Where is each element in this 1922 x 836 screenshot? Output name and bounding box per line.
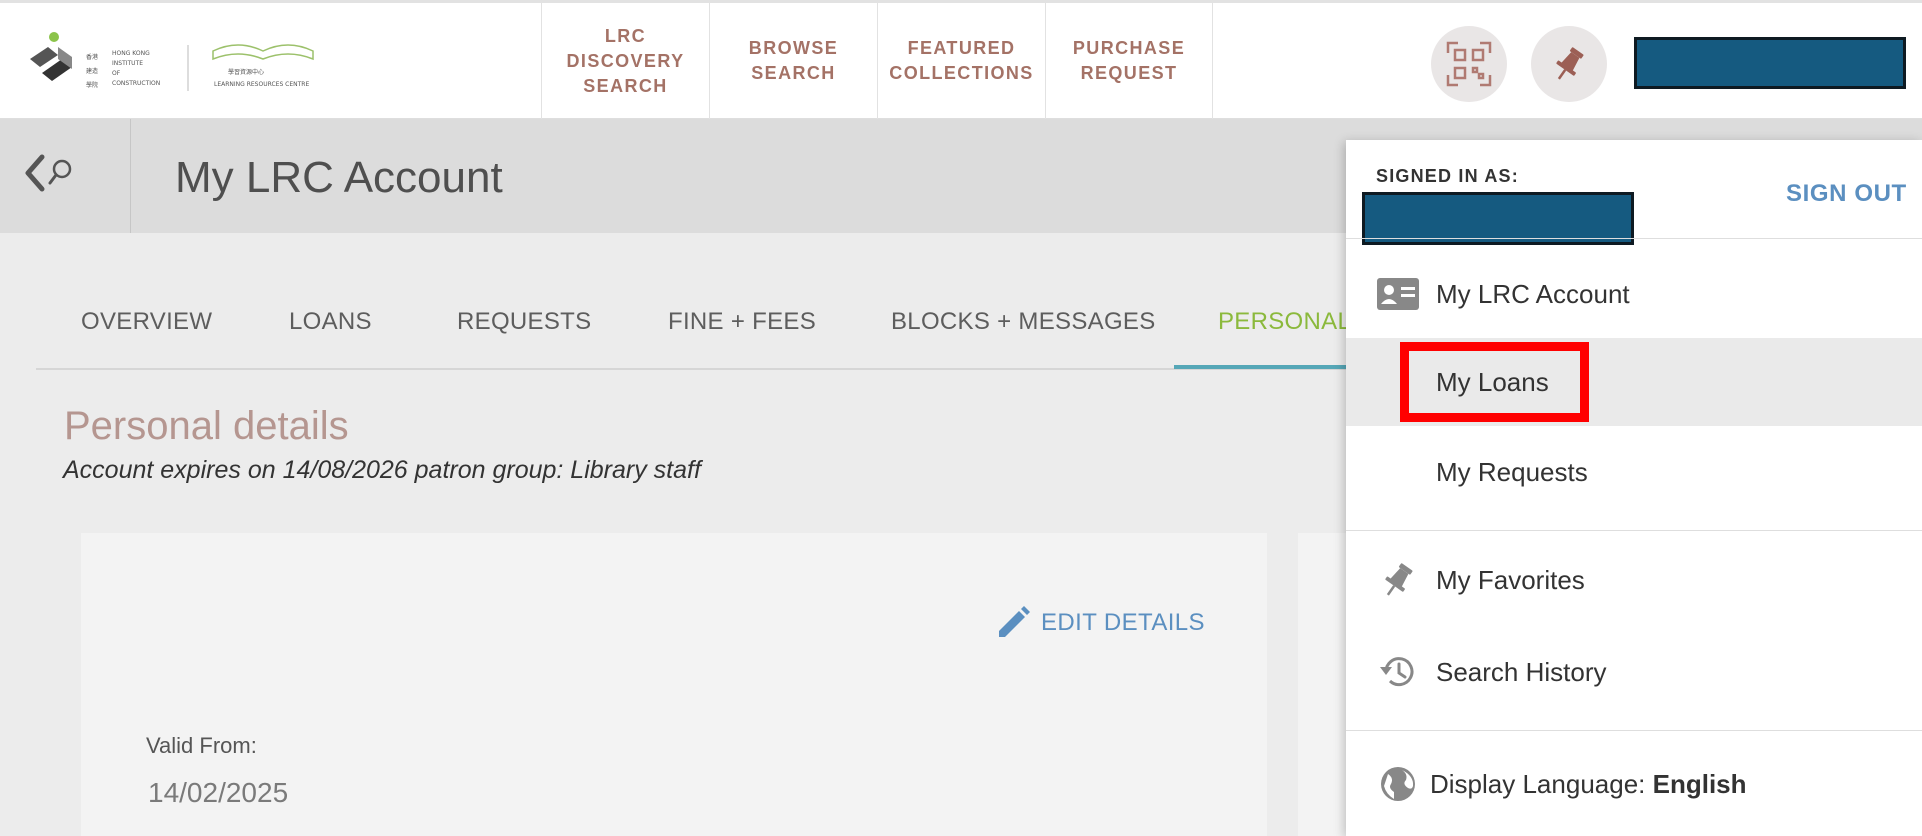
signed-in-label: SIGNED IN AS:	[1376, 166, 1519, 186]
menu-item-label: My Requests	[1436, 456, 1588, 487]
top-bar: 香港 建造 學院 HONG KONG INSTITUTE OF CONSTRUC…	[0, 0, 1922, 119]
nav-featured-collections[interactable]: FEATURED COLLECTIONS	[877, 3, 1045, 119]
menu-item-label: My Favorites	[1436, 564, 1585, 595]
menu-item-label: Search History	[1436, 656, 1607, 687]
menu-item-my-favorites[interactable]: My Favorites	[1346, 536, 1922, 624]
svg-text:LEARNING RESOURCES CENTRE: LEARNING RESOURCES CENTRE	[214, 81, 309, 88]
pin-icon	[1376, 558, 1420, 602]
svg-text:CONSTRUCTION: CONSTRUCTION	[112, 80, 160, 87]
tab-fine-fees[interactable]: FINE + FEES	[668, 308, 816, 336]
valid-from-label: Valid From:	[146, 733, 257, 758]
user-dropdown-menu: SIGNED IN AS: SIGN OUT My LRC Account My…	[1346, 140, 1922, 836]
svg-text:HONG KONG: HONG KONG	[112, 50, 150, 57]
edit-details-button[interactable]: EDIT DETAILS	[995, 605, 1205, 641]
menu-item-label: My LRC Account	[1436, 278, 1630, 309]
account-expiry-text: Account expires on 14/08/2026 patron gro…	[63, 456, 701, 484]
menu-item-search-history[interactable]: Search History	[1346, 628, 1922, 716]
display-language-value: English	[1652, 768, 1747, 799]
favorites-pin-button[interactable]	[1531, 26, 1607, 102]
tab-overview[interactable]: OVERVIEW	[81, 308, 212, 336]
pencil-icon	[999, 606, 1030, 637]
user-menu-button[interactable]	[1634, 37, 1906, 89]
display-language-label: Display Language:	[1430, 768, 1646, 799]
globe-icon	[1376, 762, 1420, 806]
back-to-search-button[interactable]	[22, 153, 82, 197]
edit-details-label: EDIT DETAILS	[1041, 609, 1205, 636]
menu-item-label: My Loans	[1436, 366, 1549, 397]
svg-text:建造: 建造	[86, 67, 98, 75]
nav-browse-search[interactable]: BROWSE SEARCH	[709, 3, 877, 119]
display-language-text: Display Language: English	[1430, 769, 1747, 800]
tab-blocks-messages[interactable]: BLOCKS + MESSAGES	[891, 308, 1156, 336]
personal-details-card: EDIT DETAILS Valid From: 14/02/2025	[81, 533, 1267, 836]
svg-text:INSTITUTE: INSTITUTE	[112, 60, 143, 67]
svg-text:學習資源中心: 學習資源中心	[228, 68, 264, 76]
qr-code-button[interactable]	[1431, 26, 1507, 102]
menu-item-display-language[interactable]: Display Language: English	[1346, 740, 1922, 828]
valid-from-value: 14/02/2025	[148, 777, 289, 808]
personal-details-heading: Personal details	[64, 404, 349, 448]
nav-lrc-discovery-search[interactable]: LRC DISCOVERY SEARCH	[541, 3, 709, 119]
tab-personal[interactable]: PERSONAL	[1218, 308, 1351, 336]
qr-code-icon	[1446, 41, 1492, 87]
header-divider	[130, 119, 131, 233]
sign-out-button[interactable]: SIGN OUT	[1786, 180, 1907, 208]
tab-requests[interactable]: REQUESTS	[457, 308, 591, 336]
svg-text:香港: 香港	[86, 53, 98, 61]
svg-text:OF: OF	[112, 70, 121, 77]
dropdown-divider	[1346, 238, 1922, 239]
account-tabs: OVERVIEW LOANS REQUESTS FINE + FEES BLOC…	[36, 290, 1384, 370]
main-nav: LRC DISCOVERY SEARCH BROWSE SEARCH FEATU…	[541, 3, 1213, 119]
svg-text:學院: 學院	[86, 81, 98, 89]
pin-icon	[1556, 47, 1584, 80]
institution-logo[interactable]: 香港 建造 學院 HONG KONG INSTITUTE OF CONSTRUC…	[28, 29, 328, 99]
nav-purchase-request[interactable]: PURCHASE REQUEST	[1045, 3, 1213, 119]
dropdown-divider	[1346, 530, 1922, 531]
menu-item-my-requests[interactable]: My Requests	[1346, 428, 1922, 516]
history-icon	[1376, 650, 1420, 694]
dropdown-divider	[1346, 730, 1922, 731]
logo-graphic: 香港 建造 學院 HONG KONG INSTITUTE OF CONSTRUC…	[30, 32, 314, 91]
menu-item-my-loans[interactable]: My Loans	[1346, 338, 1922, 426]
menu-item-my-lrc-account[interactable]: My LRC Account	[1346, 250, 1922, 338]
back-search-icon	[25, 154, 72, 192]
tab-loans[interactable]: LOANS	[289, 308, 372, 336]
id-card-icon	[1376, 272, 1420, 316]
page-title: My LRC Account	[175, 153, 503, 202]
